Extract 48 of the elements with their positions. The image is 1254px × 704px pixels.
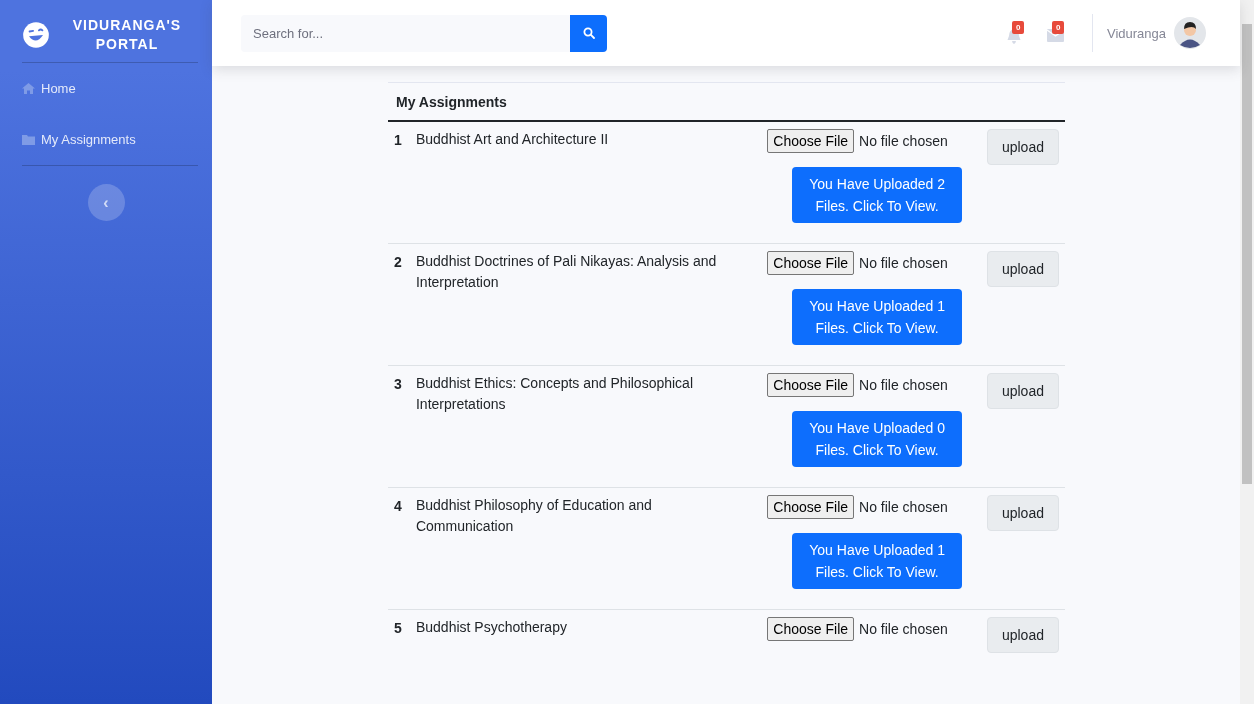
- portal-title[interactable]: VIDURANGA'S PORTAL: [62, 16, 192, 54]
- row-number: 1: [394, 131, 403, 150]
- row-number: 4: [394, 497, 403, 516]
- nav-link[interactable]: Home: [0, 63, 212, 114]
- file-status: No file chosen: [859, 255, 948, 271]
- upload-button[interactable]: upload: [986, 251, 1059, 287]
- nav-link[interactable]: My Assignments: [0, 114, 212, 165]
- search-button[interactable]: [570, 14, 607, 52]
- assignment-name: Buddhist Art and Architecture II: [415, 130, 610, 149]
- user-menu[interactable]: Viduranga: [1092, 17, 1230, 49]
- view-uploads-button[interactable]: You Have Uploaded 1 Files. Click To View.: [792, 289, 963, 345]
- laughing-face-icon: [22, 21, 50, 49]
- upload-button[interactable]: upload: [986, 495, 1059, 531]
- row-number: 3: [394, 375, 403, 394]
- alert-count-badge: 0: [1011, 20, 1025, 34]
- file-status: No file chosen: [859, 499, 948, 515]
- assignment-name: Buddhist Psychotherapy: [415, 618, 568, 637]
- alert-count-badge: 0: [1051, 20, 1065, 34]
- assignment-name: Buddhist Ethics: Concepts and Philosophical Interpretations: [415, 374, 694, 414]
- choose-file-button[interactable]: Choose File: [767, 373, 855, 397]
- view-uploads-button[interactable]: You Have Uploaded 0 Files. Click To View.: [792, 411, 963, 467]
- file-status: No file chosen: [859, 133, 948, 149]
- search-icon: [582, 27, 595, 39]
- avatar-icon: [1174, 17, 1206, 49]
- row-number: 2: [394, 253, 403, 272]
- user-name: Viduranga: [1106, 25, 1166, 41]
- envelope-alert[interactable]: 0: [1046, 22, 1068, 44]
- scrollbar[interactable]: [1240, 0, 1254, 704]
- sidebar-toggle-button[interactable]: ‹: [87, 184, 125, 221]
- folder-icon: [22, 134, 35, 145]
- search-field[interactable]: Search for...: [241, 14, 570, 52]
- assignment-name: Buddhist Doctrines of Pali Nikayas: Analysis and Interpretation: [415, 252, 718, 292]
- choose-file-button[interactable]: Choose File: [767, 495, 855, 519]
- home-icon: [22, 83, 35, 94]
- view-uploads-button[interactable]: You Have Uploaded 1 Files. Click To View.: [792, 533, 963, 589]
- row-number: 5: [394, 619, 403, 638]
- table-header: My Assignments: [388, 83, 1065, 122]
- view-uploads-button[interactable]: You Have Uploaded 2 Files. Click To View.: [792, 167, 963, 223]
- upload-button[interactable]: upload: [986, 129, 1059, 165]
- assignment-name: Buddhist Philosophy of Education and Communication: [415, 496, 653, 536]
- file-status: No file chosen: [859, 621, 948, 637]
- file-status: No file chosen: [859, 377, 948, 393]
- upload-button[interactable]: upload: [986, 373, 1059, 409]
- choose-file-button[interactable]: Choose File: [767, 617, 855, 641]
- choose-file-button[interactable]: Choose File: [767, 251, 855, 275]
- upload-button[interactable]: upload: [986, 617, 1059, 653]
- choose-file-button[interactable]: Choose File: [767, 129, 855, 153]
- bell-alert[interactable]: 0: [1006, 22, 1025, 44]
